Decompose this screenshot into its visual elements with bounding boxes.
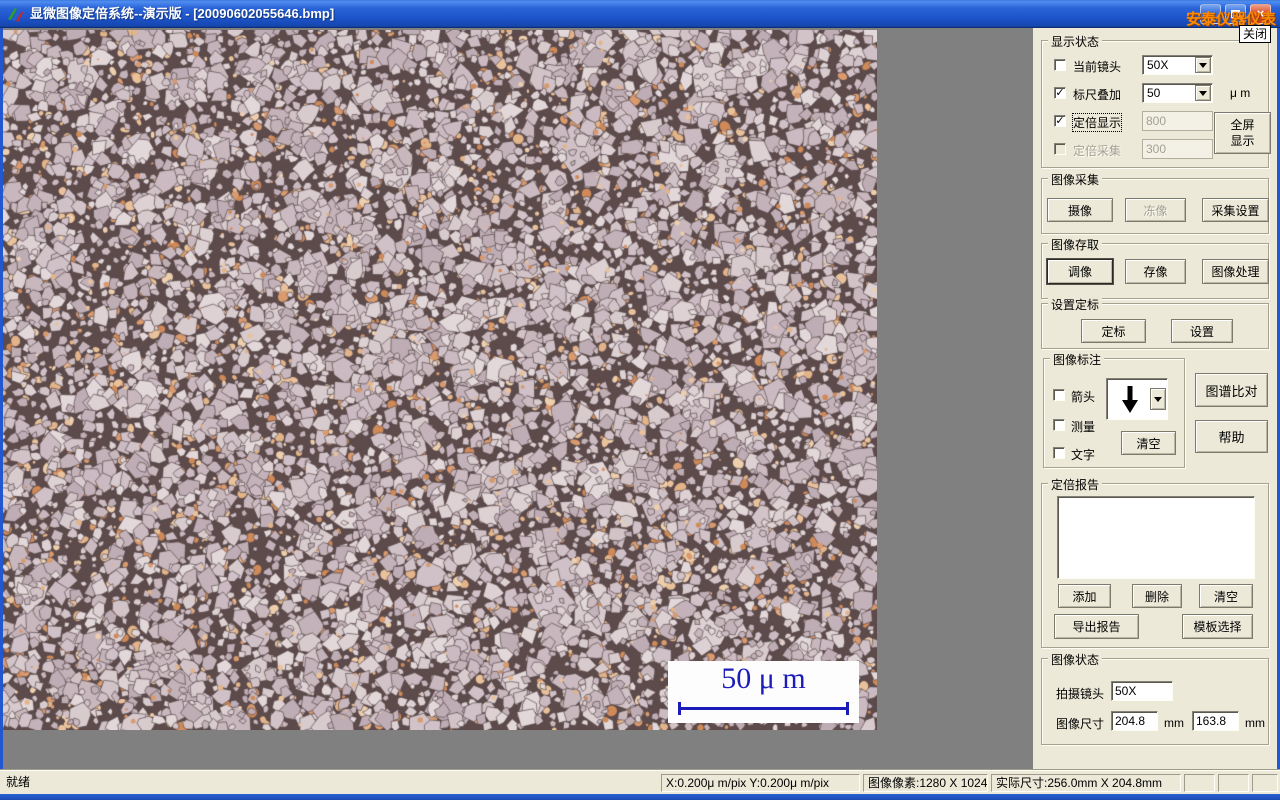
micrograph-image[interactable] [3, 30, 877, 730]
capture-button[interactable]: 摄像 [1047, 198, 1113, 222]
calib-settings-button[interactable]: 设置 [1171, 319, 1233, 343]
calibrate-button[interactable]: 定标 [1081, 319, 1146, 343]
template-select-button[interactable]: 模板选择 [1182, 614, 1253, 639]
close-tooltip: 关闭 [1239, 25, 1272, 43]
checkmark: ✓ [1055, 87, 1065, 99]
scalebar-tick-right [846, 702, 849, 715]
report-clear-button[interactable]: 清空 [1199, 584, 1253, 608]
save-image-button[interactable]: 存像 [1125, 259, 1186, 284]
scalebar-tick-left [678, 702, 681, 715]
label-fixed-capture: 定倍采集 [1073, 144, 1122, 158]
status-ready: 就绪 [6, 775, 31, 789]
image-viewport[interactable]: 50 μ m [3, 30, 877, 730]
chevron-down-icon [1199, 62, 1207, 68]
status-pixel-scale: X:0.200μ m/pix Y:0.200μ m/pix [661, 774, 860, 792]
checkbox-measure[interactable] [1053, 419, 1065, 431]
group-image-status-title: 图像状态 [1048, 651, 1103, 668]
group-calibration: 设置定标 定标 设置 [1041, 296, 1269, 349]
group-image-storage-title: 图像存取 [1048, 236, 1103, 253]
checkbox-scale-overlay[interactable]: ✓ [1054, 87, 1066, 99]
freeze-button: 冻像 [1125, 198, 1186, 222]
atlas-compare-button[interactable]: 图谱比对 [1195, 373, 1268, 407]
input-image-width[interactable] [1111, 711, 1158, 731]
label-text: 文字 [1071, 448, 1096, 462]
report-delete-button[interactable]: 删除 [1132, 584, 1182, 608]
checkbox-arrow[interactable] [1053, 389, 1065, 401]
app-icon [8, 8, 23, 22]
load-image-button[interactable]: 调像 [1047, 259, 1113, 284]
label-scale-overlay: 标尺叠加 [1073, 88, 1122, 102]
title-bar: 显微图像定倍系统--演示版 - [20090602055646.bmp] × 安… [0, 0, 1280, 28]
fullscreen-button-line2: 显示 [1230, 134, 1255, 148]
status-spare-2 [1218, 774, 1249, 792]
status-spare-3 [1252, 774, 1278, 792]
control-panel: 显示状态 当前镜头 50X ✓ 标尺叠加 50 μ m ✓ 定倍显示 定倍采集 … [1033, 28, 1277, 770]
combo-scale-value[interactable]: 50 [1142, 83, 1213, 103]
input-fixed-display-value [1142, 111, 1213, 131]
status-bar: 就绪 X:0.200μ m/pix Y:0.200μ m/pix 图像像素:12… [0, 770, 1280, 794]
group-annotation-title: 图像标注 [1050, 351, 1105, 368]
arrow-style-combo[interactable] [1106, 378, 1168, 420]
group-display-status-title: 显示状态 [1048, 33, 1103, 50]
combo-current-lens-value: 50X [1147, 58, 1169, 72]
status-spare-1 [1184, 774, 1215, 792]
input-image-height[interactable] [1192, 711, 1239, 731]
label-shoot-lens: 拍摄镜头 [1056, 687, 1105, 701]
input-shoot-lens[interactable] [1111, 681, 1173, 701]
label-arrow: 箭头 [1071, 390, 1096, 404]
chevron-down-icon [1154, 396, 1162, 402]
scalebar-label: 50 μ m [721, 662, 806, 695]
combo-scale-value-text: 50 [1147, 86, 1161, 100]
window-border-bottom [0, 793, 1280, 800]
group-image-storage: 图像存取 调像 存像 图像处理 [1041, 236, 1269, 299]
fullscreen-button-line1: 全屏 [1230, 118, 1255, 132]
group-display-status: 显示状态 当前镜头 50X ✓ 标尺叠加 50 μ m ✓ 定倍显示 定倍采集 … [1041, 33, 1271, 168]
combo-dropdown-button[interactable] [1195, 57, 1211, 73]
scalebar-overlay: 50 μ m [668, 661, 859, 723]
export-report-button[interactable]: 导出报告 [1054, 614, 1139, 639]
combo-dropdown-button[interactable] [1195, 85, 1211, 101]
label-measure: 测量 [1071, 420, 1096, 434]
label-width-unit: mm [1164, 716, 1184, 730]
checkbox-current-lens[interactable] [1054, 59, 1066, 71]
group-calibration-title: 设置定标 [1048, 296, 1103, 313]
report-listbox[interactable] [1057, 496, 1255, 579]
group-image-capture: 图像采集 摄像 冻像 采集设置 [1041, 171, 1269, 234]
input-fixed-capture-value [1142, 139, 1213, 159]
group-annotation: 图像标注 箭头 测量 文字 清空 [1043, 351, 1185, 468]
group-report-title: 定倍报告 [1048, 476, 1103, 493]
label-fixed-display: 定倍显示 [1071, 113, 1123, 132]
window-border-left [0, 28, 3, 794]
checkbox-fixed-display[interactable]: ✓ [1054, 115, 1066, 127]
group-report: 定倍报告 添加 删除 清空 导出报告 模板选择 [1041, 476, 1269, 648]
checkbox-fixed-capture [1054, 143, 1066, 155]
capture-settings-button[interactable]: 采集设置 [1202, 198, 1269, 222]
status-image-pixels: 图像像素:1280 X 1024 [863, 774, 988, 792]
arrow-down-icon [1122, 386, 1138, 413]
combo-current-lens[interactable]: 50X [1142, 55, 1213, 75]
help-button[interactable]: 帮助 [1195, 420, 1268, 453]
group-image-capture-title: 图像采集 [1048, 171, 1103, 188]
clear-annotation-button[interactable]: 清空 [1121, 431, 1176, 455]
combo-dropdown-button[interactable] [1150, 388, 1166, 410]
label-current-lens: 当前镜头 [1073, 60, 1122, 74]
checkbox-text[interactable] [1053, 447, 1065, 459]
fullscreen-button[interactable]: 全屏 显示 [1214, 112, 1271, 154]
report-add-button[interactable]: 添加 [1058, 584, 1111, 608]
label-image-size: 图像尺寸 [1056, 717, 1105, 731]
scalebar-line [678, 702, 849, 715]
status-actual-size: 实际尺寸:256.0mm X 204.8mm [991, 774, 1181, 792]
label-scale-unit: μ m [1230, 86, 1251, 100]
label-height-unit: mm [1245, 716, 1265, 730]
group-image-status: 图像状态 拍摄镜头 图像尺寸 mm mm [1041, 651, 1269, 745]
chevron-down-icon [1199, 90, 1207, 96]
image-process-button[interactable]: 图像处理 [1202, 259, 1269, 284]
window-title: 显微图像定倍系统--演示版 - [20090602055646.bmp] [30, 6, 335, 21]
checkmark: ✓ [1055, 115, 1065, 127]
